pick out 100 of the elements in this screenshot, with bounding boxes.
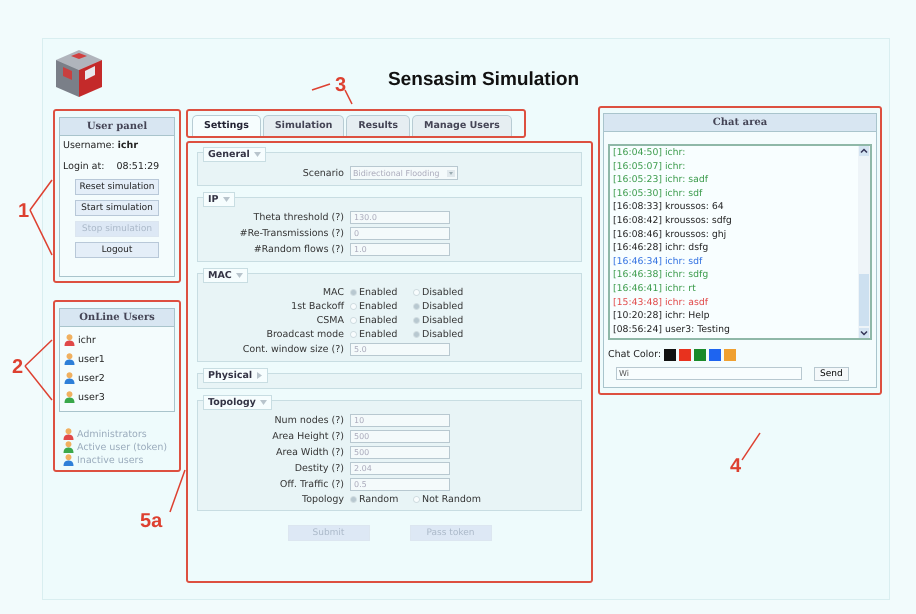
user-icon [64, 372, 75, 384]
field-label: Num nodes (?) [273, 415, 344, 426]
user-icon [63, 454, 74, 466]
logo-cube-drawing [53, 47, 105, 99]
panel-button[interactable]: Reset simulation [75, 179, 159, 195]
leader-line [741, 432, 761, 460]
annotation-label: 1 [18, 200, 30, 223]
radio-button[interactable] [350, 331, 357, 338]
scroll-thumb[interactable] [859, 274, 869, 326]
panel-heading: OnLine Users [60, 309, 174, 327]
dropdown-arrow-icon [447, 170, 455, 176]
chat-message: [16:46:34] ichr: sdf [613, 256, 704, 267]
field-label: Off. Traffic (?) [278, 479, 344, 490]
user-icon [63, 428, 74, 440]
chat-input[interactable]: Wi [616, 367, 802, 380]
field-label: Broadcast mode [265, 329, 344, 340]
radio-label: Disabled [422, 287, 464, 298]
legend-label: Active user (token) [77, 442, 168, 452]
annotation-label: 4 [730, 455, 742, 478]
field-label: Theta threshold (?) [252, 212, 344, 223]
annotation-label: 5a [140, 510, 162, 533]
send-button[interactable]: Send [814, 366, 849, 381]
chat-message: [16:05:23] ichr: sadf [613, 174, 710, 186]
caret-down-icon [222, 196, 230, 203]
radio-label: Enabled [359, 287, 398, 298]
radio-button[interactable] [413, 303, 420, 310]
panel-heading: User panel [60, 118, 174, 136]
caret-down-icon [236, 272, 243, 279]
color-swatch[interactable] [724, 348, 736, 361]
chat-message: [16:46:38] ichr: sdfg [613, 269, 710, 280]
field-label: #Re-Transmissions (?) [238, 228, 344, 239]
radio-button[interactable] [413, 289, 420, 296]
radio-label: Disabled [422, 301, 464, 312]
color-swatch[interactable] [709, 348, 722, 361]
panel-button[interactable]: Logout [75, 242, 159, 258]
leader-line [24, 366, 53, 400]
radio-button[interactable] [413, 496, 420, 503]
section-toggle[interactable]: General [203, 147, 266, 162]
annotation-label: 2 [12, 356, 24, 379]
scroll-up-icon[interactable] [859, 146, 869, 156]
panel-heading: Chat area [604, 114, 876, 132]
section-toggle[interactable]: IP [203, 192, 234, 207]
chat-color-label: Chat Color: [608, 349, 662, 360]
user-name[interactable]: user3 [78, 392, 105, 402]
chat-message: [16:46:28] ichr: dsfg [613, 242, 710, 254]
chat-message: [16:05:07] ichr: [613, 160, 686, 172]
panel-button[interactable]: Start simulation [75, 200, 159, 216]
field-label: CSMA [316, 315, 344, 326]
field-label: Destity (?) [294, 463, 344, 474]
user-name[interactable]: user2 [78, 372, 105, 384]
radio-label: Disabled [422, 329, 464, 340]
radio-button[interactable] [413, 331, 420, 338]
chat-message: [08:56:24] user3: Testing [613, 324, 731, 335]
radio-label: Disabled [422, 315, 464, 326]
radio-label: Enabled [359, 301, 398, 312]
color-swatch[interactable] [679, 348, 692, 361]
section-toggle[interactable]: MAC [203, 268, 248, 283]
field-label: 1st Backoff [290, 301, 344, 312]
chat-message: [16:04:50] ichr: [613, 147, 686, 158]
chat-message: [16:46:41] ichr: rt [613, 282, 697, 294]
tab[interactable]: Settings [192, 115, 261, 136]
user-icon [64, 391, 75, 403]
section-toggle[interactable]: Physical [203, 368, 268, 383]
chat-message: [16:08:42] kroussos: sdfg [613, 214, 733, 226]
chat-message: [10:20:28] ichr: Help [613, 310, 710, 322]
color-swatch[interactable] [664, 348, 676, 361]
leader-line [344, 90, 353, 104]
caret-right-icon [256, 372, 264, 379]
radio-label: Not Random [422, 494, 481, 505]
color-swatch[interactable] [694, 348, 706, 361]
tab[interactable]: Results [346, 115, 410, 136]
radio-button[interactable] [350, 303, 357, 310]
radio-button[interactable] [413, 317, 420, 324]
radio-button[interactable] [350, 496, 357, 503]
field-label: MAC [322, 287, 344, 298]
user-name[interactable]: user1 [78, 354, 105, 364]
user-name[interactable]: ichr [78, 334, 96, 346]
scrollbar[interactable] [858, 146, 870, 338]
legend-label: Administrators [77, 428, 147, 440]
user-icon [64, 353, 75, 365]
radio-button[interactable] [350, 289, 357, 296]
annotation-label: 3 [335, 74, 346, 97]
leader-line [169, 470, 186, 512]
field-label: Area Height (?) [271, 431, 344, 442]
radio-label: Enabled [359, 329, 398, 340]
tab[interactable]: Simulation [262, 115, 344, 136]
chat-message: [16:08:46] kroussos: ghj [613, 228, 728, 240]
scroll-down-icon[interactable] [859, 328, 869, 338]
field-label: #Random flows (?) [252, 244, 344, 255]
tab[interactable]: Manage Users [412, 115, 512, 136]
radio-button[interactable] [350, 317, 357, 324]
login-label: Login at: [63, 161, 104, 172]
login-time: 08:51:29 [116, 161, 160, 172]
section-toggle[interactable]: Topology [203, 395, 272, 410]
leader-line [24, 339, 53, 367]
field-label: Topology [301, 494, 344, 505]
field-label: Area Width (?) [275, 447, 344, 458]
user-icon [64, 334, 75, 346]
chat-message: [16:05:30] ichr: sdf [613, 188, 704, 199]
caret-down-icon [260, 399, 267, 406]
